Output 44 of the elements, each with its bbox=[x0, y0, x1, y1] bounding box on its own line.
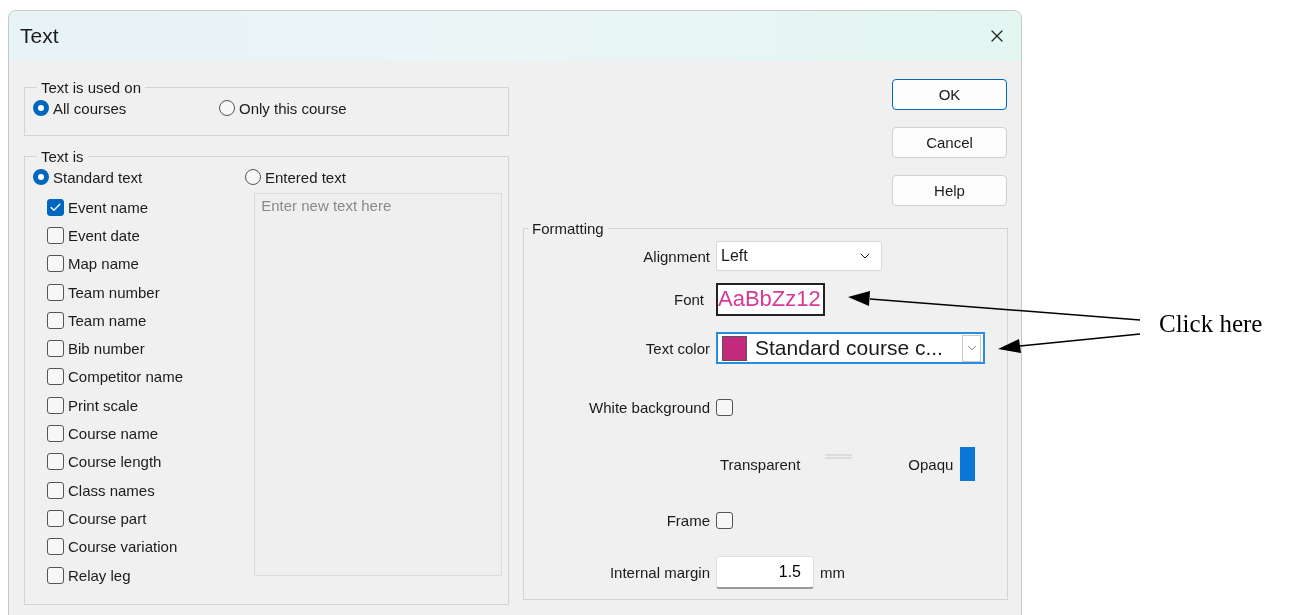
checkbox-option[interactable]: Course variation bbox=[47, 532, 246, 561]
checkbox-option[interactable]: Class names bbox=[47, 475, 246, 505]
dialog-button[interactable]: Cancel bbox=[892, 127, 1007, 158]
field-label: Font bbox=[673, 290, 705, 308]
field-label: Frame bbox=[665, 511, 711, 529]
checkbox-option[interactable]: Event name bbox=[47, 193, 246, 222]
checkbox-option[interactable]: Competitor name bbox=[47, 362, 246, 392]
text-input-area[interactable]: Enter new text here bbox=[254, 193, 502, 576]
slider-max-label: Opaqu bbox=[908, 455, 954, 473]
checkbox-option[interactable]: Course part bbox=[47, 504, 246, 533]
margin-input[interactable]: 1.5 bbox=[716, 555, 814, 589]
field-label: Text color bbox=[644, 339, 711, 357]
checkbox-option[interactable]: Course name bbox=[47, 419, 246, 448]
slider-thumb[interactable] bbox=[960, 447, 976, 481]
unit-label: mm bbox=[820, 563, 845, 581]
checkbox-option[interactable]: Map name bbox=[47, 249, 246, 278]
checkbox-option[interactable]: Team number bbox=[47, 277, 246, 307]
field-label: White background bbox=[588, 398, 711, 416]
checkbox[interactable] bbox=[716, 511, 733, 529]
field-label: Internal margin bbox=[608, 563, 711, 581]
window-title: Text bbox=[20, 24, 59, 48]
group-label: Formatting bbox=[531, 220, 605, 237]
alignment-dropdown[interactable]: Left bbox=[716, 241, 882, 271]
dialog-button[interactable]: Help bbox=[892, 175, 1007, 206]
checkbox-option[interactable]: Team name bbox=[47, 306, 246, 335]
dialog-button[interactable]: OK bbox=[892, 79, 1007, 110]
checkbox-option[interactable]: Print scale bbox=[47, 391, 246, 420]
color-swatch bbox=[722, 335, 747, 361]
radio-option[interactable]: Entered text bbox=[245, 165, 485, 189]
field-label: Alignment bbox=[642, 247, 711, 265]
checkbox-option[interactable]: Course length bbox=[47, 447, 246, 476]
checkbox-option[interactable]: Bib number bbox=[47, 334, 246, 363]
radio-option[interactable]: All courses bbox=[33, 96, 219, 120]
group-label: Text is used on bbox=[40, 79, 143, 96]
slider-min-label: Transparent bbox=[720, 455, 801, 473]
checkbox[interactable] bbox=[716, 398, 733, 416]
annotation-text: Click here bbox=[1159, 310, 1263, 338]
group-label: Text is bbox=[40, 148, 85, 165]
color-dropdown[interactable]: Standard course c... bbox=[716, 332, 985, 364]
checkbox-option[interactable]: Relay leg bbox=[47, 560, 246, 590]
radio-option[interactable]: Only this course bbox=[219, 96, 479, 120]
radio-option[interactable]: Standard text bbox=[33, 165, 245, 189]
font-sample-button[interactable]: AaBbZz12 bbox=[716, 282, 825, 316]
checkbox-option[interactable]: Event date bbox=[47, 221, 246, 250]
